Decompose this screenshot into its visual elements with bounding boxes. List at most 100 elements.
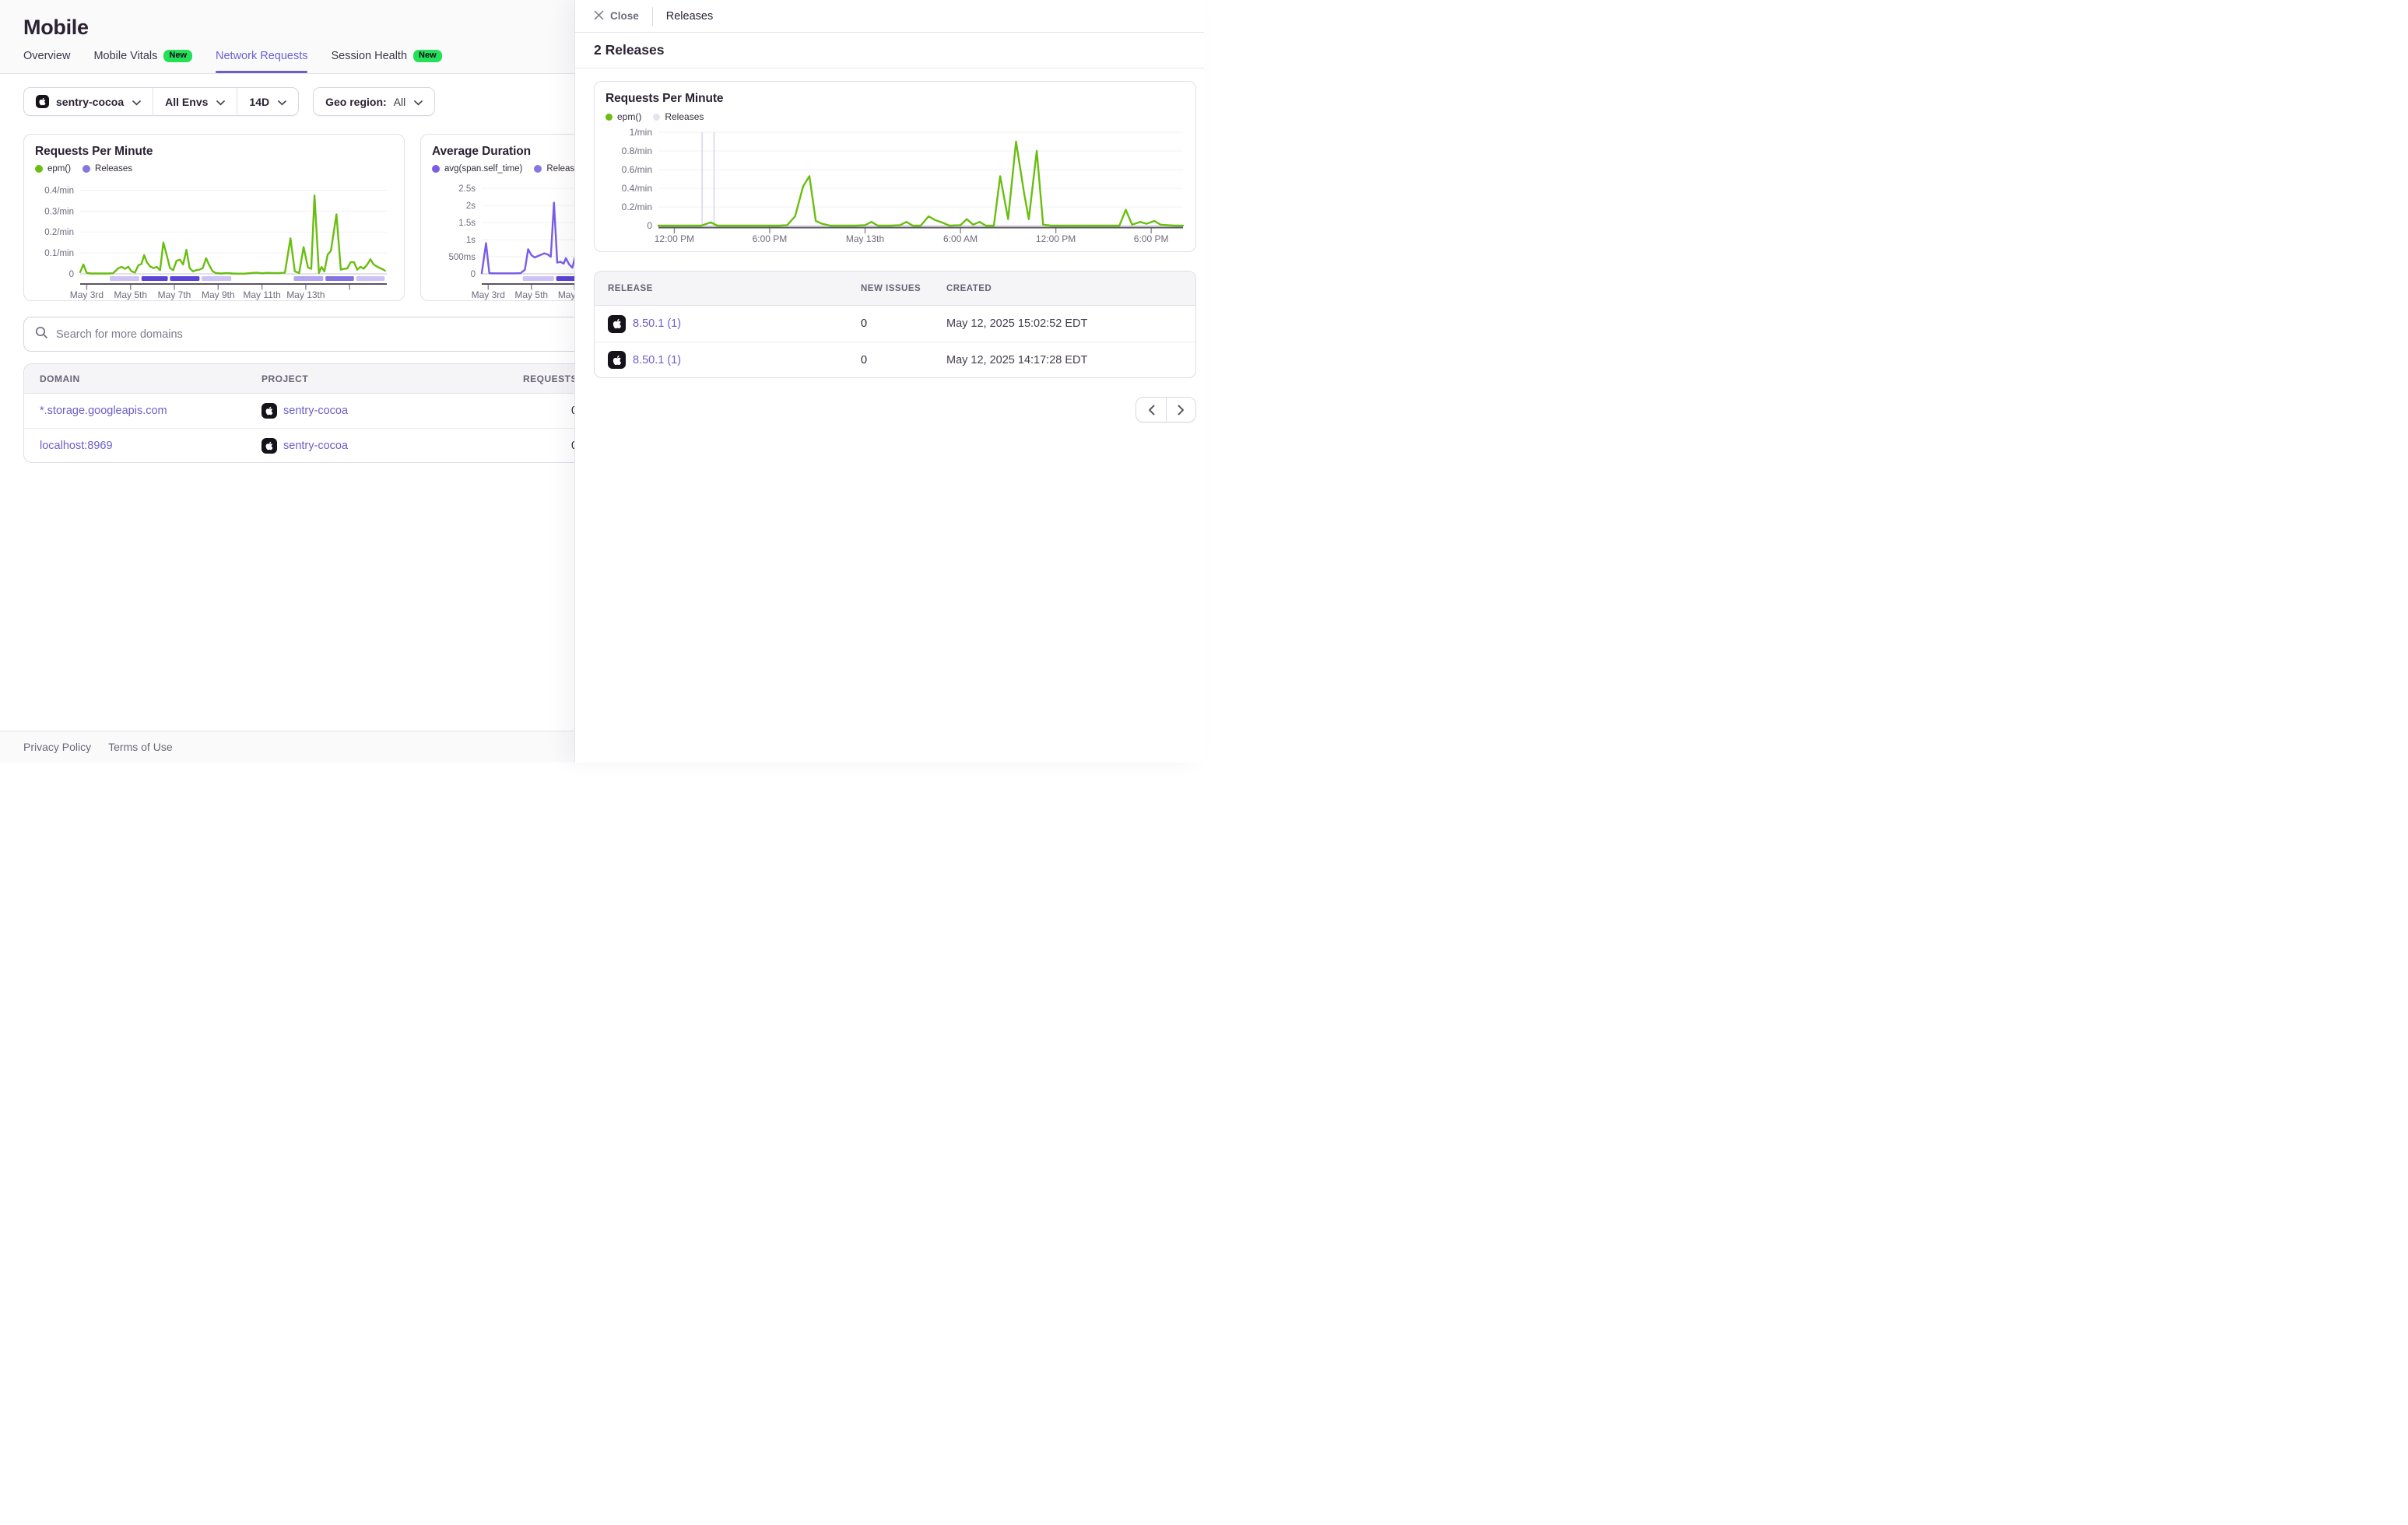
apple-icon bbox=[608, 315, 626, 333]
filter-bar: sentry-cocoa All Envs 14D Geo region: Al… bbox=[23, 87, 435, 116]
domain-link[interactable]: localhost:8969 bbox=[40, 440, 113, 452]
close-button[interactable]: Close bbox=[594, 10, 639, 23]
environment-filter[interactable]: All Envs bbox=[153, 88, 237, 115]
chevron-down-icon bbox=[414, 96, 423, 108]
requests-per-minute-card: Requests Per Minute epm() Releases 0 0.1/… bbox=[23, 134, 405, 301]
svg-text:0.1/min: 0.1/min bbox=[44, 249, 74, 258]
svg-text:0.3/min: 0.3/min bbox=[44, 207, 74, 216]
chevron-down-icon bbox=[278, 96, 286, 108]
project-link[interactable]: sentry-cocoa bbox=[283, 405, 348, 417]
legend-item-releases-disabled[interactable]: Releases bbox=[653, 111, 704, 122]
svg-text:1/min: 1/min bbox=[630, 127, 652, 138]
svg-text:1.5s: 1.5s bbox=[458, 219, 476, 228]
previous-page-button[interactable] bbox=[1136, 398, 1166, 422]
column-header-release[interactable]: RELEASE bbox=[608, 284, 861, 293]
svg-text:6:00 PM: 6:00 PM bbox=[753, 233, 788, 244]
svg-text:May 5th: May 5th bbox=[514, 289, 548, 300]
tab-mobile-vitals[interactable]: Mobile Vitals New bbox=[93, 50, 192, 73]
releases-table: RELEASE NEW ISSUES CREATED 8.50.1 (1) 0 … bbox=[594, 271, 1196, 378]
privacy-policy-link[interactable]: Privacy Policy bbox=[23, 741, 91, 753]
geo-region-filter[interactable]: Geo region: All bbox=[314, 88, 434, 115]
tab-session-health[interactable]: Session Health New bbox=[331, 50, 441, 73]
svg-text:0.4/min: 0.4/min bbox=[44, 186, 74, 195]
page-title: Mobile bbox=[23, 16, 89, 40]
legend-item-avg-span-self-time[interactable]: avg(span.self_time) bbox=[432, 164, 522, 174]
legend-item-releases[interactable]: Releases bbox=[82, 164, 132, 174]
release-link[interactable]: 8.50.1 (1) bbox=[633, 354, 681, 366]
svg-text:May 9th: May 9th bbox=[202, 289, 235, 300]
chevron-right-icon bbox=[1178, 405, 1185, 415]
svg-text:500ms: 500ms bbox=[448, 253, 476, 262]
created-timestamp: May 12, 2025 15:02:52 EDT bbox=[946, 317, 1182, 330]
svg-text:May 3rd: May 3rd bbox=[472, 289, 505, 300]
svg-text:0.2/min: 0.2/min bbox=[622, 202, 652, 212]
project-filter[interactable]: sentry-cocoa bbox=[24, 88, 153, 115]
svg-text:12:00 PM: 12:00 PM bbox=[1036, 233, 1076, 244]
pagination bbox=[575, 397, 1196, 422]
svg-text:May 7th: May 7th bbox=[158, 289, 191, 300]
chevron-left-icon bbox=[1148, 405, 1155, 415]
column-header-new-issues[interactable]: NEW ISSUES bbox=[861, 284, 946, 293]
chart-title: Requests Per Minute bbox=[35, 145, 393, 159]
table-row: 8.50.1 (1) 0 May 12, 2025 15:02:52 EDT bbox=[595, 306, 1195, 342]
panel-requests-per-minute-chart[interactable]: 00.2/min0.4/min0.6/min0.8/min1/min12:00 … bbox=[606, 124, 1186, 247]
table-row: 8.50.1 (1) 0 May 12, 2025 14:17:28 EDT bbox=[595, 342, 1195, 377]
svg-text:0.8/min: 0.8/min bbox=[622, 145, 652, 156]
svg-text:0: 0 bbox=[647, 220, 652, 231]
svg-text:May 3rd: May 3rd bbox=[70, 289, 104, 300]
legend-item-epm[interactable]: epm() bbox=[35, 164, 71, 174]
releases-table-header: RELEASE NEW ISSUES CREATED bbox=[595, 272, 1195, 306]
panel-requests-per-minute-card: Requests Per Minute epm() Releases 0 0.2/… bbox=[594, 81, 1196, 252]
requests-per-minute-chart[interactable]: 0 0.1/min 0.2/min 0.3/min 0.4/min May 3rd May … bbox=[35, 175, 395, 303]
column-header-project[interactable]: PROJECT bbox=[262, 373, 523, 384]
mobile-insights-page: Mobile Overview Mobile Vitals New Networ… bbox=[0, 0, 1204, 762]
apple-icon bbox=[36, 95, 49, 108]
legend-item-epm[interactable]: epm() bbox=[606, 111, 641, 122]
tab-bar: Overview Mobile Vitals New Network Reque… bbox=[23, 50, 442, 73]
chart-legend: epm() Releases bbox=[606, 111, 1185, 122]
new-badge: New bbox=[163, 50, 192, 62]
svg-text:May 11th: May 11th bbox=[243, 289, 280, 300]
apple-icon bbox=[262, 438, 277, 454]
release-link[interactable]: 8.50.1 (1) bbox=[633, 317, 681, 330]
created-timestamp: May 12, 2025 14:17:28 EDT bbox=[946, 354, 1182, 366]
date-range-filter[interactable]: 14D bbox=[237, 88, 298, 115]
column-header-created[interactable]: CREATED bbox=[946, 284, 1182, 293]
chevron-down-icon bbox=[216, 96, 225, 108]
chart-title: Requests Per Minute bbox=[606, 92, 1185, 106]
new-badge: New bbox=[413, 50, 442, 62]
project-link[interactable]: sentry-cocoa bbox=[283, 440, 348, 452]
svg-text:0.2/min: 0.2/min bbox=[44, 228, 74, 237]
apple-icon bbox=[608, 351, 626, 369]
svg-text:2.5s: 2.5s bbox=[458, 184, 476, 194]
chevron-down-icon bbox=[132, 96, 141, 108]
geo-filter-group: Geo region: All bbox=[313, 87, 435, 116]
close-icon bbox=[594, 10, 604, 23]
divider bbox=[652, 7, 653, 26]
tab-network-requests[interactable]: Network Requests bbox=[216, 50, 307, 73]
svg-text:0.4/min: 0.4/min bbox=[622, 183, 652, 194]
terms-of-use-link[interactable]: Terms of Use bbox=[108, 741, 172, 753]
tab-overview[interactable]: Overview bbox=[23, 50, 70, 73]
panel-heading-row: 2 Releases bbox=[575, 33, 1204, 68]
next-page-button[interactable] bbox=[1166, 398, 1195, 422]
svg-text:May 13th: May 13th bbox=[286, 289, 325, 300]
search-icon bbox=[35, 326, 48, 343]
svg-text:6:00 PM: 6:00 PM bbox=[1134, 233, 1169, 244]
svg-text:6:00 AM: 6:00 AM bbox=[943, 233, 978, 244]
legend-dot bbox=[606, 114, 613, 121]
releases-panel: Close Releases 2 Releases Requests Per M… bbox=[574, 0, 1204, 762]
legend-dot bbox=[432, 165, 440, 173]
svg-text:May 13th: May 13th bbox=[846, 233, 884, 244]
svg-text:12:00 PM: 12:00 PM bbox=[655, 233, 694, 244]
svg-text:2s: 2s bbox=[466, 202, 476, 211]
svg-text:May 5th: May 5th bbox=[114, 289, 147, 300]
panel-header: Close Releases bbox=[575, 0, 1204, 33]
domain-link[interactable]: *.storage.googleapis.com bbox=[40, 405, 167, 417]
releases-count-heading: 2 Releases bbox=[594, 42, 665, 58]
column-header-domain[interactable]: DOMAIN bbox=[24, 373, 262, 384]
svg-text:0: 0 bbox=[69, 270, 74, 279]
new-issues-count: 0 bbox=[861, 354, 946, 366]
svg-text:0: 0 bbox=[471, 270, 476, 279]
apple-icon bbox=[262, 403, 277, 419]
